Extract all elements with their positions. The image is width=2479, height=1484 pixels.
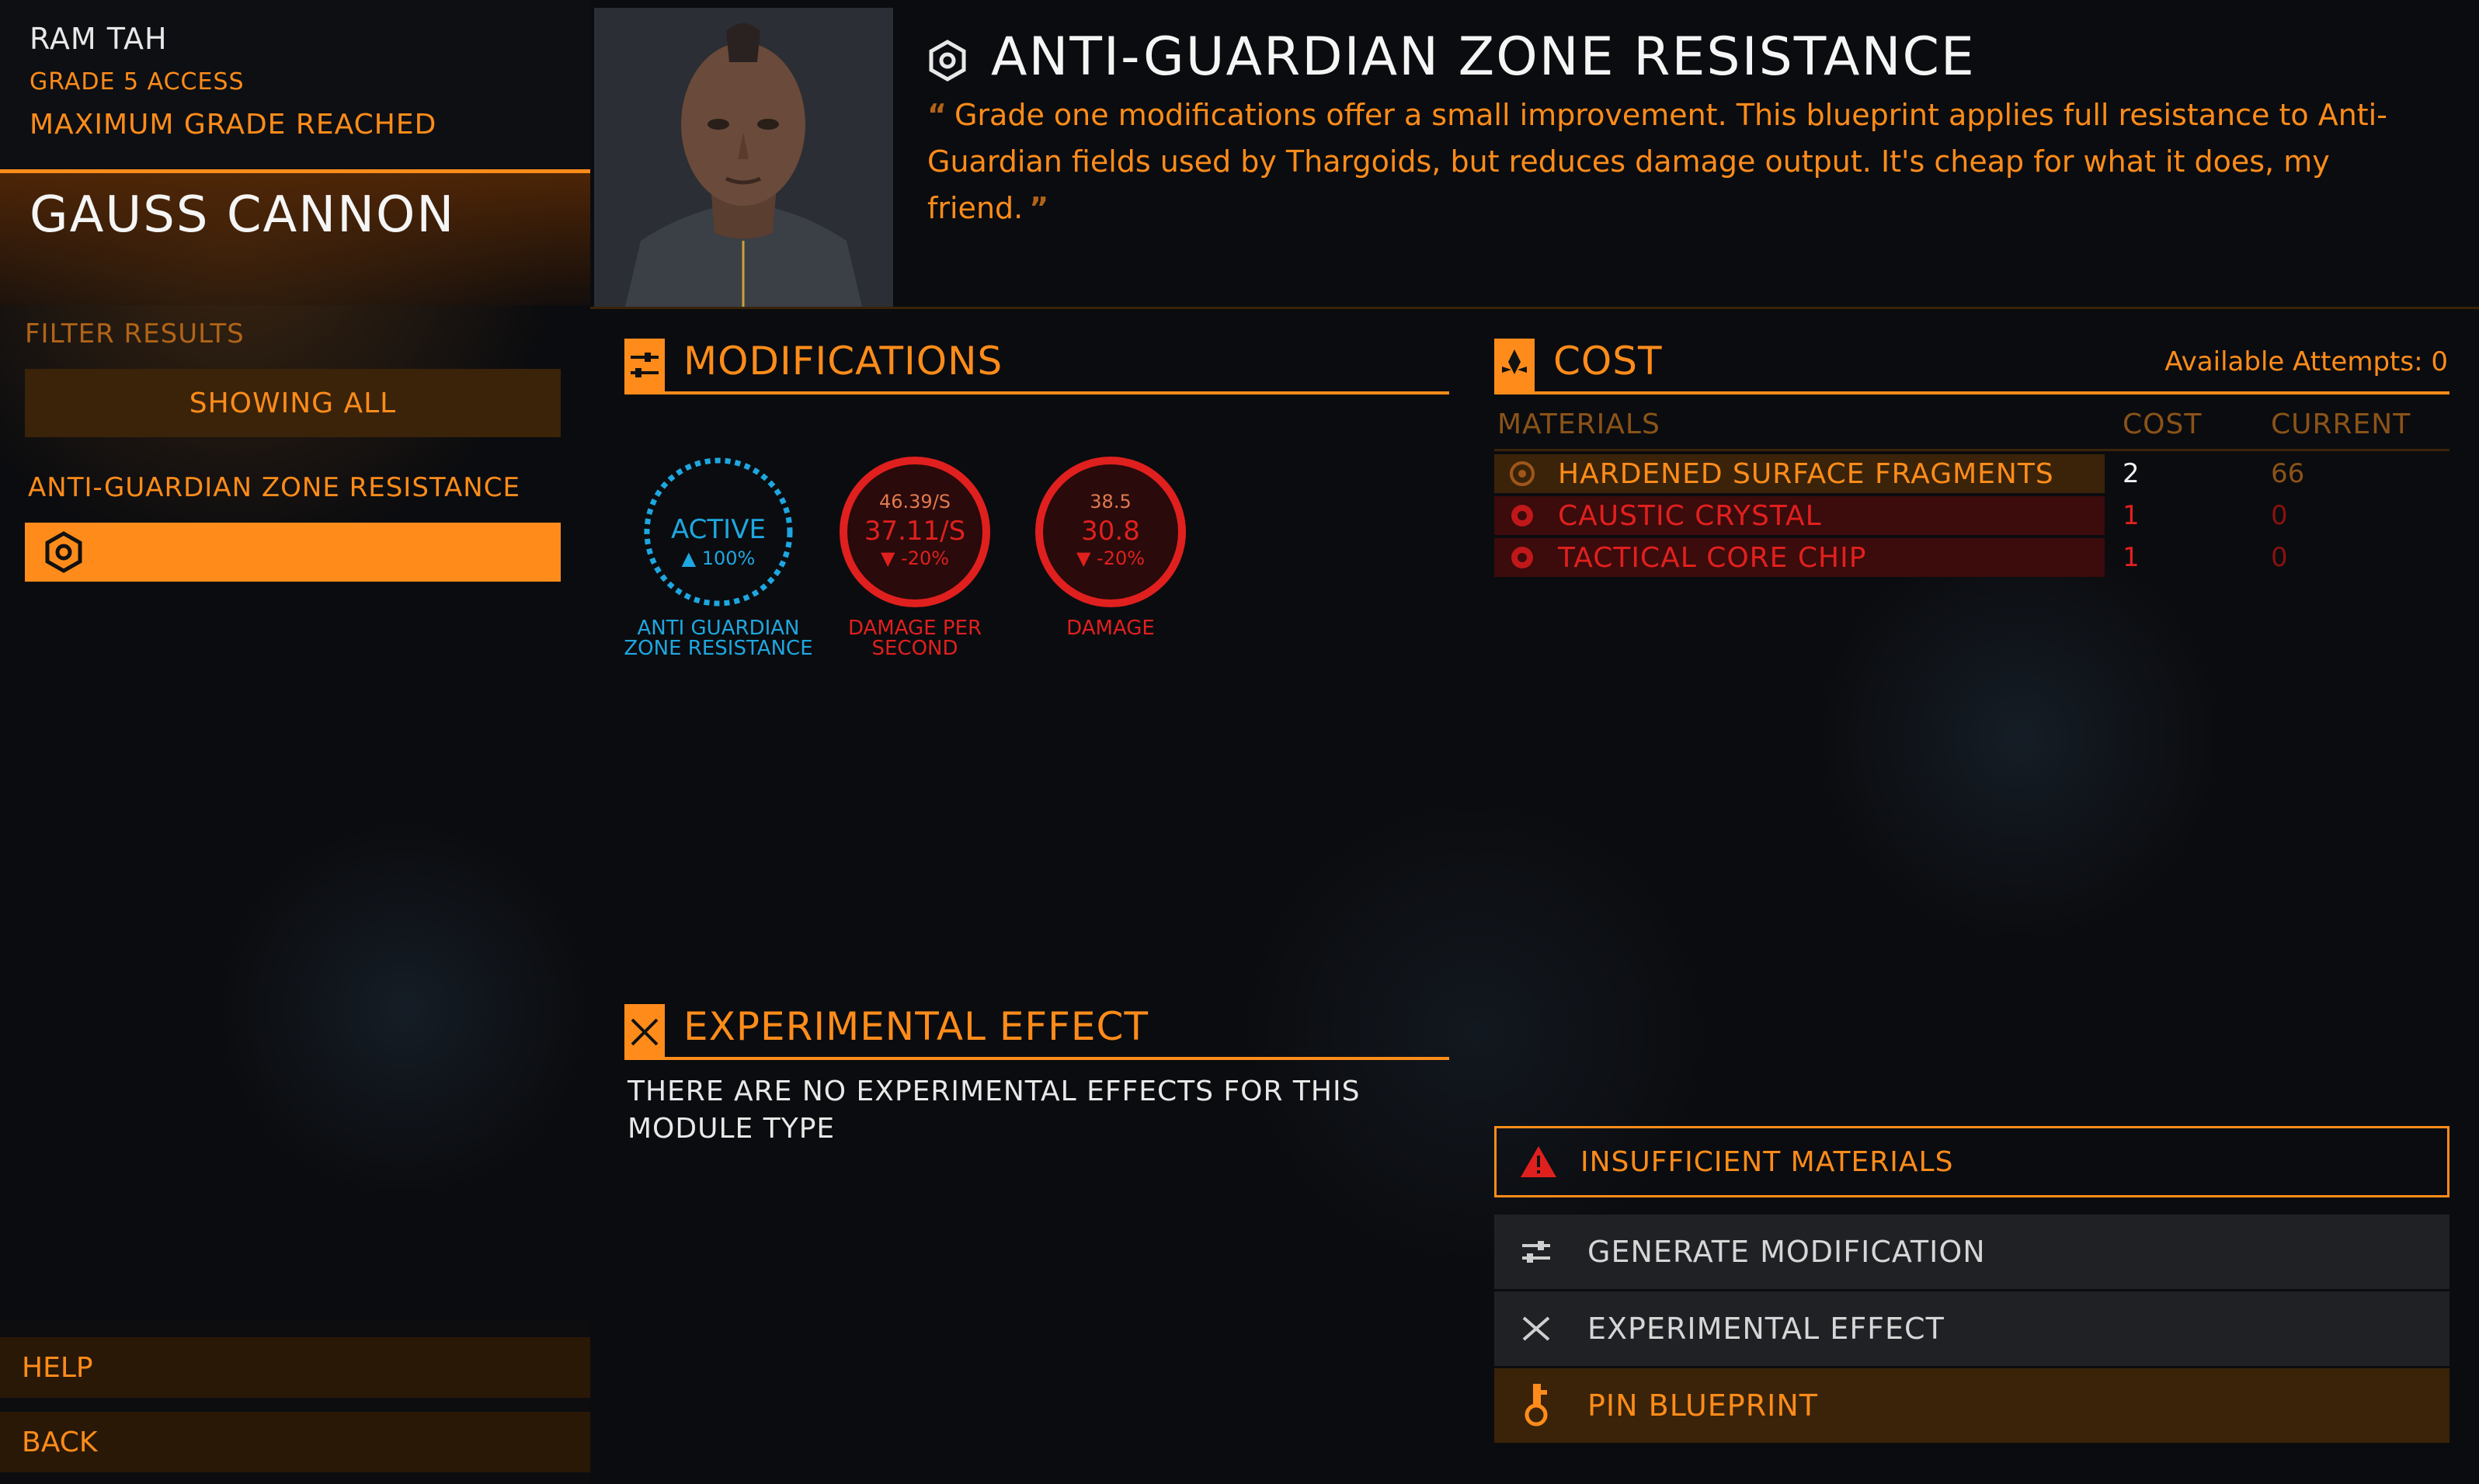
filter-button-label: SHOWING ALL — [189, 387, 397, 419]
gauge-2-delta: ▼ -20% — [880, 547, 950, 569]
gauge-2-old: 46.39/S — [878, 491, 951, 513]
material-name: CAUSTIC CRYSTAL — [1558, 500, 1822, 532]
pin-blueprint-button[interactable]: PIN BLUEPRINT — [1494, 1368, 2449, 1443]
material-icon — [1511, 505, 1533, 527]
blueprint-group-label: ANTI-GUARDIAN ZONE RESISTANCE — [28, 472, 520, 503]
column-materials: MATERIALS — [1497, 408, 1660, 440]
filter-label: FILTER RESULTS — [25, 318, 245, 349]
available-attempts: Available Attempts: 0 — [2164, 346, 2448, 377]
engineer-status: MAXIMUM GRADE REACHED — [30, 109, 437, 141]
engineer-name: RAM TAH — [30, 22, 168, 56]
material-icon — [1511, 547, 1533, 568]
sliders-icon — [624, 339, 665, 394]
crossed-arrows-icon — [1513, 1305, 1559, 1352]
filter-button[interactable]: SHOWING ALL — [25, 369, 561, 437]
hexagon-icon — [45, 531, 82, 573]
generate-modification-button[interactable]: GENERATE MODIFICATION — [1494, 1215, 2449, 1289]
material-cost: 1 — [2123, 542, 2140, 573]
gauge-3-value: 30.8 — [1081, 516, 1140, 547]
alert-text: INSUFFICIENT MATERIALS — [1580, 1145, 1954, 1178]
engineer-grade-access: GRADE 5 ACCESS — [30, 68, 245, 96]
experimental-effect-label: EXPERIMENTAL EFFECT — [1587, 1312, 1945, 1346]
material-icon — [1510, 461, 1535, 486]
crossed-arrows-icon — [624, 1004, 665, 1060]
gauge-3-caption: DAMAGE — [1066, 617, 1155, 640]
cost-icon — [1494, 339, 1535, 394]
material-current: 66 — [2271, 458, 2305, 489]
modifications-rule — [624, 391, 1449, 394]
column-cost: COST — [2123, 408, 2203, 440]
gauge-1-caption: ANTI GUARDIAN ZONE RESISTANCE — [624, 617, 813, 660]
warning-icon — [1515, 1138, 1562, 1185]
insufficient-materials-alert: INSUFFICIENT MATERIALS — [1494, 1126, 2449, 1197]
engineer-portrait — [594, 8, 893, 307]
cost-rule — [1494, 391, 2449, 394]
experimental-rule — [624, 1057, 1449, 1060]
cost-header-rule — [1494, 449, 2449, 451]
gauge-3-old: 38.5 — [1090, 491, 1132, 513]
gauge-1-delta: ▲ 100% — [681, 547, 756, 569]
blueprint-description-text: Grade one modifications offer a small im… — [927, 98, 2387, 225]
quote-close-icon: ” — [1029, 191, 1049, 225]
help-button[interactable]: HELP — [0, 1337, 590, 1398]
material-name: HARDENED SURFACE FRAGMENTS — [1558, 458, 2054, 490]
gauge-2-value: 37.11/S — [864, 516, 966, 547]
experimental-message: THERE ARE NO EXPERIMENTAL EFFECTS FOR TH… — [628, 1076, 1361, 1145]
modifications-title: MODIFICATIONS — [683, 339, 1003, 384]
module-name: GAUSS CANNON — [30, 186, 456, 244]
experimental-title: EXPERIMENTAL EFFECT — [683, 1004, 1149, 1049]
quote-open-icon: “ — [927, 98, 947, 132]
pin-blueprint-label: PIN BLUEPRINT — [1587, 1388, 1818, 1423]
material-name: TACTICAL CORE CHIP — [1558, 542, 1867, 574]
material-cost: 2 — [2123, 458, 2140, 489]
generate-modification-label: GENERATE MODIFICATION — [1587, 1235, 1986, 1269]
material-cost: 1 — [2123, 500, 2140, 531]
gauge-3-delta: ▼ -20% — [1076, 547, 1146, 569]
blueprint-description: “Grade one modifications offer a small i… — [927, 92, 2418, 231]
material-current: 0 — [2271, 500, 2288, 531]
cost-title: COST — [1553, 339, 1663, 384]
hexagon-icon — [929, 40, 966, 82]
header-divider — [590, 307, 2479, 309]
help-label: HELP — [22, 1351, 93, 1384]
back-button[interactable]: BACK — [0, 1412, 590, 1472]
portrait-figure — [594, 8, 893, 307]
pin-icon — [1513, 1382, 1559, 1429]
back-label: BACK — [22, 1426, 98, 1458]
gauge-1-value: ACTIVE — [671, 514, 766, 545]
gauge-2-caption: DAMAGE PER SECOND — [847, 617, 982, 660]
blueprint-list-item-selected[interactable] — [25, 523, 561, 582]
column-current: CURRENT — [2271, 408, 2411, 440]
material-current: 0 — [2271, 542, 2288, 573]
sliders-icon — [1513, 1229, 1559, 1275]
blueprint-title: ANTI-GUARDIAN ZONE RESISTANCE — [991, 26, 1976, 88]
experimental-effect-button[interactable]: EXPERIMENTAL EFFECT — [1494, 1291, 2449, 1366]
